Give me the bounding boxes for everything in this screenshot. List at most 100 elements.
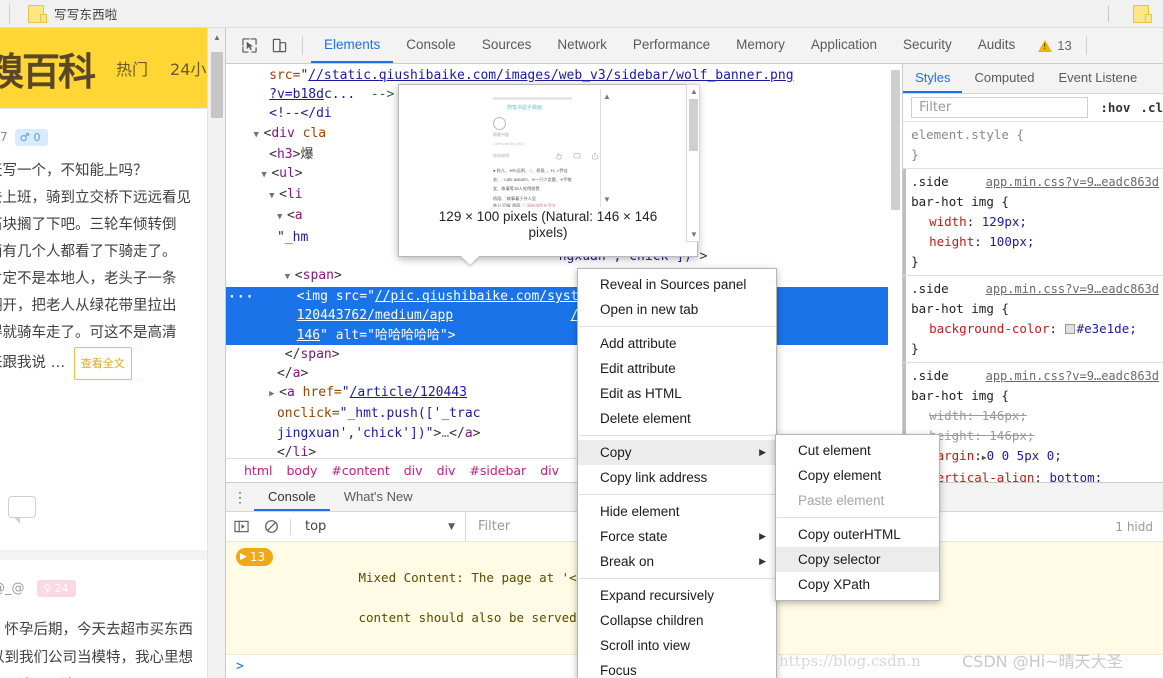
- page-scrollbar[interactable]: ▲: [207, 28, 225, 678]
- menu-item-edit-as-html[interactable]: Edit as HTML: [578, 381, 776, 406]
- tab-application[interactable]: Application: [798, 28, 890, 63]
- device-toolbar-icon[interactable]: [264, 28, 294, 63]
- rule-selector-cont[interactable]: bar-hot img {: [911, 194, 1009, 209]
- extension-icon[interactable]: [1133, 5, 1152, 23]
- menu-item-delete-element[interactable]: Delete element: [578, 406, 776, 431]
- dom-line[interactable]: 146" alt="哈哈哈哈哈">: [230, 326, 902, 345]
- dom-line[interactable]: onclick="_hmt.push(['_trac: [226, 404, 902, 423]
- dom-tree-scrollbar[interactable]: [888, 64, 903, 458]
- color-swatch-icon[interactable]: [1064, 324, 1075, 334]
- menu-item-hide-element[interactable]: Hide element: [578, 499, 776, 524]
- warning-indicator[interactable]: 13: [1028, 28, 1081, 63]
- scroll-down-arrow-icon[interactable]: ▼: [603, 195, 611, 204]
- tab-styles[interactable]: Styles: [903, 64, 963, 93]
- rule-origin-link[interactable]: app.min.css?v=9…eadc863d: [986, 366, 1159, 386]
- tab-sources[interactable]: Sources: [469, 28, 545, 63]
- tab-event-listeners[interactable]: Event Listene: [1046, 64, 1149, 93]
- menu-item-copy-selector[interactable]: Copy selector: [776, 547, 939, 572]
- menu-item-edit-attribute[interactable]: Edit attribute: [578, 356, 776, 381]
- menu-item-cut-element[interactable]: Cut element: [776, 438, 939, 463]
- nav-item-hot[interactable]: 热门: [116, 56, 148, 80]
- style-rule[interactable]: app.min.css?v=9…eadc863d .side bar-hot i…: [903, 363, 1163, 482]
- tab-network[interactable]: Network: [544, 28, 620, 63]
- menu-item-copy[interactable]: Copy ▶: [578, 440, 776, 465]
- console-message-count-badge[interactable]: ▶ 13: [236, 548, 274, 566]
- breadcrumb-item-html[interactable]: html: [244, 463, 272, 478]
- breadcrumb-item-content[interactable]: #content: [331, 463, 389, 478]
- breadcrumb-item-div-3[interactable]: div: [540, 463, 559, 478]
- hov-chip[interactable]: :hov: [1100, 100, 1130, 115]
- tooltip-scrollbar[interactable]: ▲ ▼: [600, 89, 613, 207]
- tab-performance[interactable]: Performance: [620, 28, 723, 63]
- css-property-value[interactable]: 146px;: [982, 408, 1027, 423]
- styles-rules-list[interactable]: element.style { } app.min.css?v=9…eadc86…: [903, 122, 1163, 482]
- dom-inner-scrollbar-thumb[interactable]: [689, 99, 698, 151]
- css-property-value[interactable]: 146px;: [989, 428, 1034, 443]
- rule-selector[interactable]: .side: [911, 174, 949, 189]
- rule-selector[interactable]: .side: [911, 281, 949, 296]
- menu-item-force-state[interactable]: Force state ▶: [578, 524, 776, 549]
- dom-line[interactable]: 120443762/medium/appxxxxxxxxxxxxxxx/1/w/…: [230, 306, 902, 325]
- rule-selector[interactable]: .side: [911, 368, 949, 383]
- dom-line[interactable]: ▶<a href="/article/120443xxxxxxxxxxxxxxx…: [226, 383, 902, 404]
- breadcrumb-item-sidebar[interactable]: #sidebar: [469, 463, 526, 478]
- menu-item-focus[interactable]: Focus: [578, 658, 776, 678]
- scroll-down-arrow-icon[interactable]: ▼: [690, 230, 698, 239]
- tab-console[interactable]: Console: [393, 28, 469, 63]
- browser-tab-title[interactable]: 写写东西啦: [54, 4, 118, 23]
- css-property-value[interactable]: 129px;: [982, 214, 1027, 229]
- scroll-up-arrow-icon[interactable]: ▲: [208, 28, 225, 46]
- styles-filter-input[interactable]: Filter: [911, 97, 1089, 118]
- scroll-up-arrow-icon[interactable]: ▲: [690, 87, 698, 96]
- style-rule[interactable]: element.style { }: [903, 122, 1163, 169]
- dom-selected-node[interactable]: ··· <img src="//pic.qiushibaike.com/syst…: [226, 287, 903, 345]
- css-property-value[interactable]: 100px;: [989, 234, 1034, 249]
- menu-item-add-attribute[interactable]: Add attribute: [578, 331, 776, 356]
- css-property-name[interactable]: width: [911, 408, 967, 423]
- css-property-name[interactable]: background-color: [911, 321, 1049, 336]
- rule-selector-cont[interactable]: bar-hot img {: [911, 301, 1009, 316]
- rule-selector[interactable]: element.style {: [911, 127, 1024, 142]
- clear-console-icon[interactable]: [256, 519, 286, 534]
- drawer-tab-whats-new[interactable]: What's New: [330, 483, 427, 511]
- css-property-name[interactable]: height: [911, 234, 974, 249]
- breadcrumb-item-body[interactable]: body: [286, 463, 317, 478]
- console-context-selector[interactable]: top ▼: [295, 519, 465, 534]
- style-rule[interactable]: app.min.css?v=9…eadc863d .side bar-hot i…: [903, 276, 1163, 363]
- css-property-value[interactable]: bottom;: [1049, 470, 1102, 482]
- menu-item-copy-link-address[interactable]: Copy link address: [578, 465, 776, 490]
- menu-item-reveal-in-sources[interactable]: Reveal in Sources panel: [578, 272, 776, 297]
- nav-item-24h[interactable]: 24小: [170, 56, 206, 80]
- menu-item-collapse-children[interactable]: Collapse children: [578, 608, 776, 633]
- read-more-button[interactable]: 查看全文: [73, 347, 132, 380]
- menu-item-copy-xpath[interactable]: Copy XPath: [776, 572, 939, 597]
- breadcrumb-item-div-2[interactable]: div: [437, 463, 456, 478]
- dom-node-src-link-end[interactable]: 146: [297, 328, 320, 343]
- dom-tree-scrollbar-thumb[interactable]: [891, 70, 901, 210]
- dom-line[interactable]: </span>: [226, 345, 902, 364]
- inspect-element-icon[interactable]: [234, 28, 264, 63]
- css-property-value[interactable]: #e3e1de;: [1077, 321, 1137, 336]
- menu-item-copy-element[interactable]: Copy element: [776, 463, 939, 488]
- style-rule[interactable]: app.min.css?v=9…eadc863d .side bar-hot i…: [903, 169, 1163, 276]
- tab-computed[interactable]: Computed: [962, 64, 1046, 93]
- dom-node-src-link-cont[interactable]: 120443762/medium/app: [297, 308, 454, 323]
- site-logo[interactable]: 糗百科: [0, 41, 96, 96]
- dom-line[interactable]: </a>: [226, 364, 902, 383]
- cls-chip[interactable]: .cl: [1140, 100, 1163, 115]
- dom-inner-scrollbar[interactable]: ▲ ▼: [686, 84, 700, 242]
- page-scrollbar-thumb[interactable]: [211, 52, 223, 118]
- menu-item-break-on[interactable]: Break on ▶: [578, 549, 776, 574]
- breadcrumb-item-div[interactable]: div: [404, 463, 423, 478]
- console-sidebar-icon[interactable]: [226, 519, 256, 534]
- tab-memory[interactable]: Memory: [723, 28, 798, 63]
- rule-origin-link[interactable]: app.min.css?v=9…eadc863d: [986, 172, 1159, 192]
- menu-item-copy-outerhtml[interactable]: Copy outerHTML: [776, 522, 939, 547]
- drawer-tab-console[interactable]: Console: [254, 483, 330, 511]
- chevron-up-icon[interactable]: ︿: [168, 666, 194, 678]
- dom-line[interactable]: ▼ <span>: [226, 266, 902, 287]
- css-property-value[interactable]: 0 0 5px 0;: [987, 448, 1062, 463]
- tab-security[interactable]: Security: [890, 28, 965, 63]
- dom-line[interactable]: <img src="//pic.qiushibaike.com/system/p…: [230, 287, 902, 306]
- dom-line[interactable]: src="//static.qiushibaike.com/images/web…: [226, 66, 902, 85]
